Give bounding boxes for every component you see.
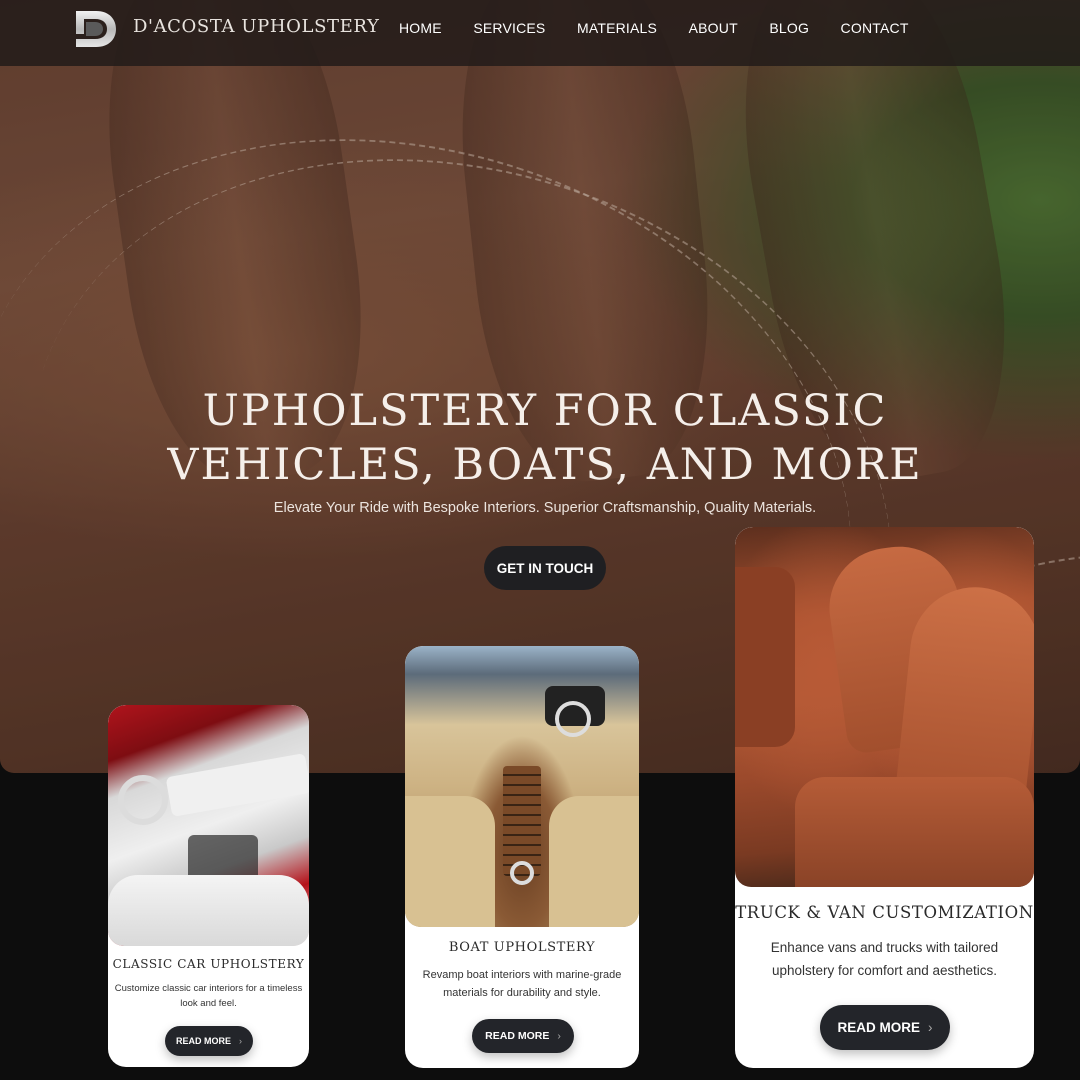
truck-interior-image — [735, 527, 1034, 887]
hero-subtitle: Elevate Your Ride with Bespoke Interiors… — [273, 500, 817, 516]
card-title: BOAT UPHOLSTERY — [448, 940, 596, 955]
service-card-classic-car: CLASSIC CAR UPHOLSTERY Customize classic… — [108, 705, 309, 1067]
top-navbar: D'ACOSTA UPHOLSTERY HOME SERVICES MATERI… — [0, 0, 1080, 66]
card-title: CLASSIC CAR UPHOLSTERY — [112, 957, 305, 971]
logo-icon[interactable] — [74, 8, 118, 50]
main-menu: HOME SERVICES MATERIALS ABOUT BLOG CONTA… — [399, 20, 940, 36]
boat-interior-image — [405, 646, 639, 927]
read-more-label: READ MORE — [485, 1030, 550, 1042]
card-title: TRUCK & VAN CUSTOMIZATION — [735, 903, 1034, 922]
get-in-touch-button[interactable]: GET IN TOUCH — [484, 546, 606, 590]
nav-item-services[interactable]: SERVICES — [473, 20, 545, 36]
classic-car-interior-image — [108, 705, 309, 946]
card-description: Revamp boat interiors with marine-grade … — [422, 969, 622, 999]
nav-item-materials[interactable]: MATERIALS — [577, 20, 657, 36]
nav-item-contact[interactable]: CONTACT — [841, 20, 909, 36]
read-more-button[interactable]: READ MORE › — [472, 1019, 574, 1053]
read-more-label: READ MORE — [175, 1036, 231, 1046]
hero-title-line-1: UPHOLSTERY FOR CLASSIC — [202, 386, 888, 436]
nav-item-home[interactable]: HOME — [399, 20, 442, 36]
nav-item-about[interactable]: ABOUT — [689, 20, 738, 36]
card-description: Enhance vans and trucks with tailored up… — [770, 940, 999, 978]
service-card-boat: BOAT UPHOLSTERY Revamp boat interiors wi… — [405, 646, 639, 1068]
hero-title: UPHOLSTERY FOR CLASSIC VEHICLES, BOATS, … — [0, 384, 1080, 492]
read-more-button[interactable]: READ MORE › — [165, 1026, 253, 1056]
brand-name[interactable]: D'ACOSTA UPHOLSTERY — [133, 16, 379, 37]
chevron-right-icon: › — [239, 1036, 242, 1046]
read-more-label: READ MORE — [837, 1020, 920, 1035]
service-card-truck-van: TRUCK & VAN CUSTOMIZATION Enhance vans a… — [735, 527, 1034, 1068]
chevron-right-icon: › — [557, 1030, 561, 1042]
chevron-right-icon: › — [928, 1020, 933, 1035]
nav-item-blog[interactable]: BLOG — [769, 20, 809, 36]
card-description: Customize classic car interiors for a ti… — [114, 983, 303, 1009]
hero-title-line-2: VEHICLES, BOATS, AND MORE — [167, 440, 923, 490]
read-more-button[interactable]: READ MORE › — [820, 1005, 950, 1050]
